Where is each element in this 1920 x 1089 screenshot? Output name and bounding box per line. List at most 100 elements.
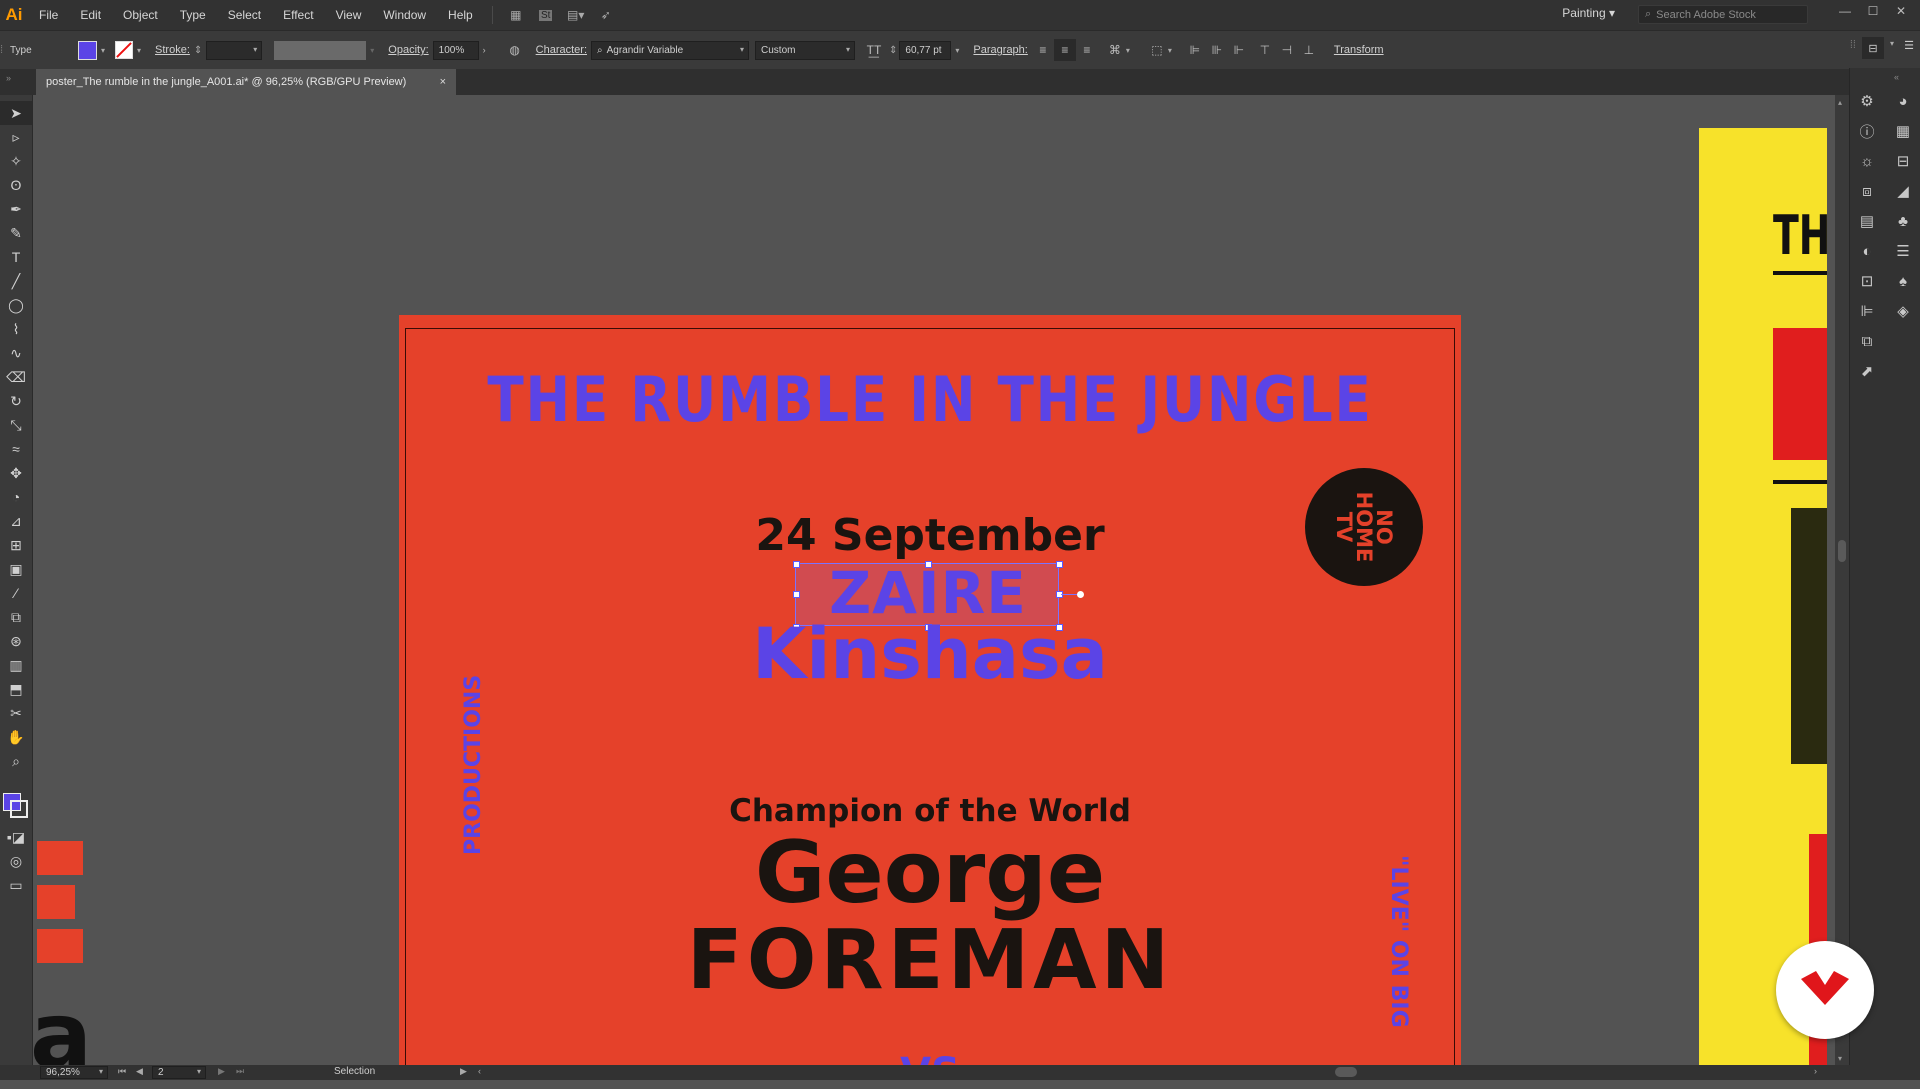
resize-handle[interactable]: [793, 591, 800, 598]
ellipse-tool-icon[interactable]: ◯: [0, 293, 32, 317]
properties-icon[interactable]: ⚙: [1850, 86, 1884, 116]
horizontal-align-left-icon[interactable]: ⊫: [1184, 39, 1206, 61]
vertical-align-bottom-icon[interactable]: ⊥: [1298, 39, 1320, 61]
close-window-button[interactable]: ✕: [1888, 4, 1914, 18]
scroll-thumb[interactable]: [1838, 540, 1846, 562]
scroll-down-icon[interactable]: ▾: [1838, 1054, 1842, 1063]
chevron-down-icon[interactable]: ▾: [1126, 46, 1130, 55]
color-mode-icon[interactable]: ▪◪: [0, 825, 32, 849]
horizontal-align-right-icon[interactable]: ⊩: [1228, 39, 1250, 61]
paragraph-label[interactable]: Paragraph:: [973, 44, 1027, 56]
pathfinder-icon[interactable]: ⧉: [1850, 326, 1884, 356]
event-date[interactable]: 24 September: [399, 510, 1461, 561]
document-tab[interactable]: poster_The rumble in the jungle_A001.ai*…: [36, 69, 456, 95]
secondary-artboard[interactable]: THE: [1699, 128, 1827, 1065]
resize-handle[interactable]: [925, 561, 932, 568]
resize-handle[interactable]: [793, 561, 800, 568]
scale-tool-icon[interactable]: ⤡: [0, 413, 32, 437]
symbol-sprayer-tool-icon[interactable]: ⊛: [0, 629, 32, 653]
mesh-tool-icon[interactable]: ⊞: [0, 533, 32, 557]
zoom-field[interactable]: 96,25% ▾: [40, 1066, 108, 1079]
gradient-tool-icon[interactable]: ▣: [0, 557, 32, 581]
transform-icon[interactable]: ⧈: [1850, 176, 1884, 206]
pen-tool-icon[interactable]: ✒: [0, 197, 32, 221]
touch-type-icon[interactable]: T͟T: [863, 39, 885, 61]
horizontal-align-center-icon[interactable]: ⊪: [1206, 39, 1228, 61]
font-family-field[interactable]: ⌕ Agrandir Variable ▾: [591, 40, 750, 60]
arrange-documents-icon[interactable]: ▤▾: [565, 6, 587, 24]
vertical-scrollbar[interactable]: ▴ ▾: [1835, 95, 1849, 1065]
scroll-left-icon[interactable]: ‹: [478, 1066, 481, 1076]
eyedropper-tool-icon[interactable]: ⁄: [0, 581, 32, 605]
align-right-icon[interactable]: ≡: [1076, 39, 1098, 61]
maximize-button[interactable]: ☐: [1860, 4, 1886, 18]
chevron-right-icon[interactable]: ›: [483, 45, 486, 55]
libraries-icon[interactable]: ⊟: [1886, 146, 1920, 176]
artboard-tool-icon[interactable]: ⬒: [0, 677, 32, 701]
blob-brush-tool-icon[interactable]: ∿: [0, 341, 32, 365]
type-tool-icon[interactable]: T: [0, 245, 32, 269]
puppet-warp-tool-icon[interactable]: ✥: [0, 461, 32, 485]
stroke-label[interactable]: Stroke:: [155, 44, 190, 56]
search-stock-input[interactable]: ⌕ Search Adobe Stock: [1638, 5, 1808, 24]
fighter-last-name[interactable]: FOREMAN: [399, 913, 1461, 1008]
gpu-performance-icon[interactable]: ➶: [595, 6, 617, 24]
close-tab-icon[interactable]: ×: [440, 76, 446, 88]
align-left-icon[interactable]: ≡: [1032, 39, 1054, 61]
transform-label[interactable]: Transform: [1334, 44, 1384, 56]
stroke-swatch[interactable]: [115, 41, 134, 59]
selection-tool-icon[interactable]: ➤: [0, 101, 32, 125]
vertical-align-center-icon[interactable]: ⊣: [1276, 39, 1298, 61]
bridge-icon[interactable]: ▦: [505, 6, 527, 24]
city-text[interactable]: Kinshasa: [399, 613, 1461, 695]
opacity-field[interactable]: 100%: [432, 40, 479, 60]
stroke-icon[interactable]: ☰: [1886, 236, 1920, 266]
horizontal-scroll-thumb[interactable]: [1335, 1067, 1357, 1077]
paintbrush-tool-icon[interactable]: ⌇: [0, 317, 32, 341]
appearance-icon[interactable]: ☼: [1850, 146, 1884, 176]
stepper-icon[interactable]: ⇕: [889, 45, 897, 56]
graphic-styles-icon[interactable]: ♠: [1886, 266, 1920, 296]
menu-object[interactable]: Object: [112, 8, 169, 22]
fill-stroke-swatches[interactable]: [0, 781, 32, 825]
stroke-weight-field[interactable]: ▾: [206, 40, 263, 60]
brushes-icon[interactable]: ◢: [1886, 176, 1920, 206]
artboards-icon[interactable]: ⊡: [1850, 266, 1884, 296]
chevron-down-icon[interactable]: ▾: [955, 46, 959, 55]
fighter-first-name[interactable]: George: [399, 823, 1461, 923]
info-icon[interactable]: ⓘ: [1850, 116, 1884, 146]
artboard-navigation-field[interactable]: 2 ▾: [152, 1066, 206, 1079]
chevron-down-icon[interactable]: ▾: [1890, 39, 1894, 48]
current-tool-status[interactable]: Selection: [334, 1066, 375, 1077]
gradient-icon[interactable]: ▤: [1850, 206, 1884, 236]
panel-options-icon[interactable]: ⁞⁞: [1850, 39, 1856, 51]
first-artboard-icon[interactable]: ⏮: [118, 1066, 126, 1077]
menu-help[interactable]: Help: [437, 8, 484, 22]
character-label[interactable]: Character:: [536, 44, 587, 56]
poster-title[interactable]: THE RUMBLE IN THE JUNGLE: [473, 363, 1386, 436]
collapse-icon[interactable]: »: [6, 73, 11, 83]
swatches-icon[interactable]: ▦: [1886, 116, 1920, 146]
next-artboard-icon[interactable]: ▶: [218, 1066, 225, 1077]
menu-type[interactable]: Type: [169, 8, 217, 22]
stock-icon[interactable]: St: [535, 6, 557, 24]
type-connector-dot[interactable]: [1077, 591, 1084, 598]
font-size-field[interactable]: 60,77 pt: [899, 40, 952, 60]
draw-mode-icon[interactable]: ◎: [0, 849, 32, 873]
column-graph-tool-icon[interactable]: ▥: [0, 653, 32, 677]
menu-effect[interactable]: Effect: [272, 8, 324, 22]
workspace-switcher[interactable]: Painting ▾: [1562, 6, 1615, 20]
blend-tool-icon[interactable]: ⧉: [0, 605, 32, 629]
menu-edit[interactable]: Edit: [69, 8, 112, 22]
poster-artboard[interactable]: THE RUMBLE IN THE JUNGLE 24 September ZA…: [399, 315, 1461, 1065]
font-style-field[interactable]: Custom ▾: [755, 40, 856, 60]
menu-view[interactable]: View: [325, 8, 373, 22]
scroll-up-icon[interactable]: ▴: [1838, 98, 1842, 107]
collapse-icon[interactable]: «: [1894, 72, 1899, 82]
menu-window[interactable]: Window: [372, 8, 437, 22]
eraser-tool-icon[interactable]: ⌫: [0, 365, 32, 389]
menu-icon[interactable]: ☰: [1904, 39, 1914, 52]
slice-tool-icon[interactable]: ✂: [0, 701, 32, 725]
variable-width-profile[interactable]: [274, 40, 367, 60]
curvature-tool-icon[interactable]: ✎: [0, 221, 32, 245]
